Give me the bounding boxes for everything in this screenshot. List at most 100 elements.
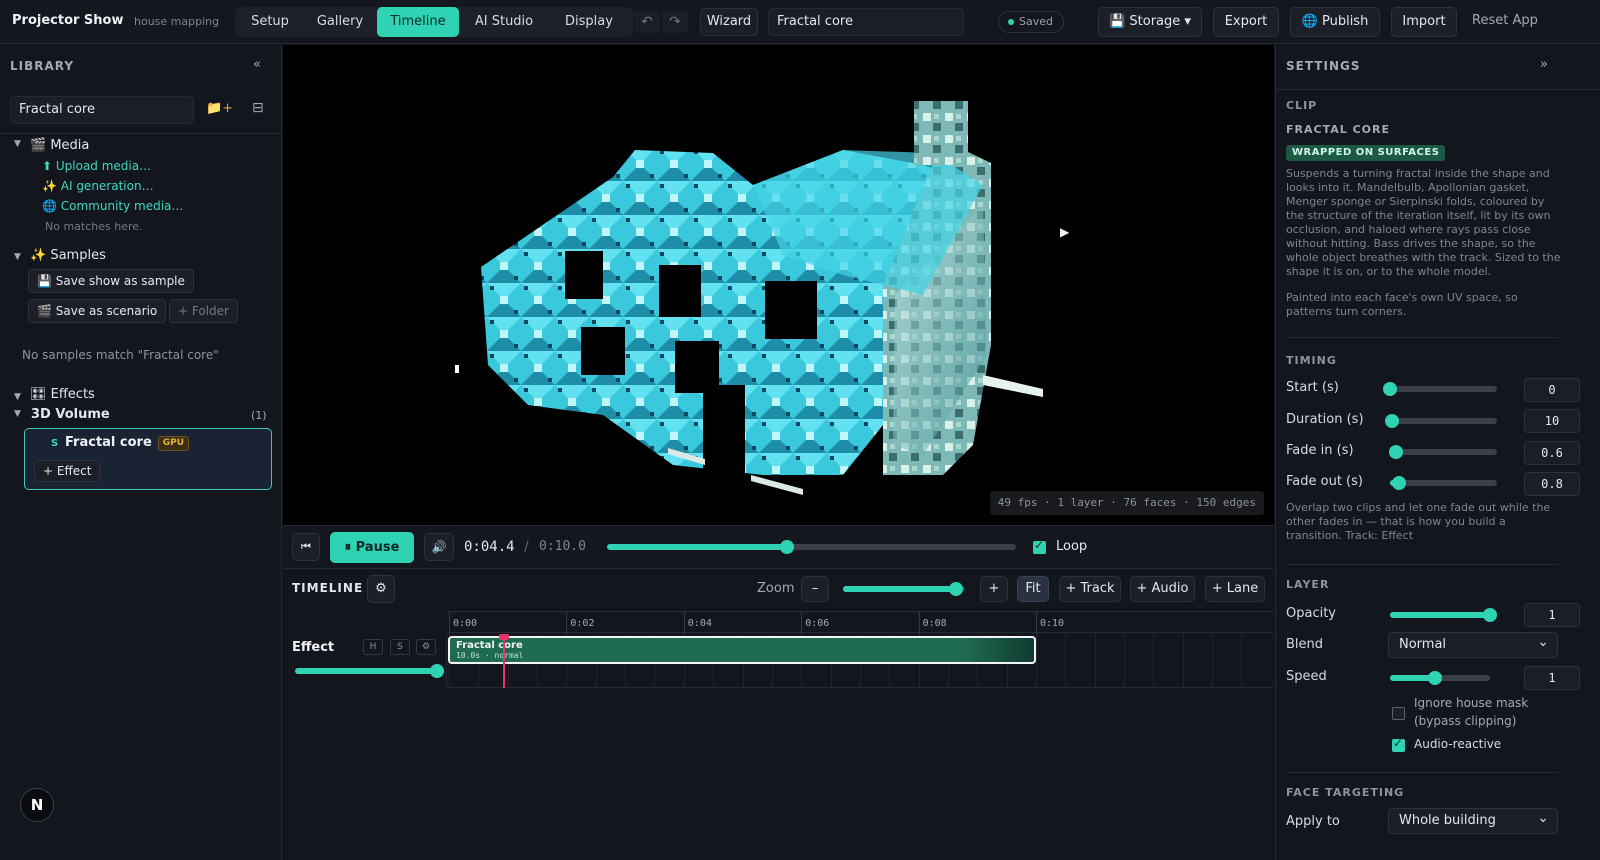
import-button[interactable]: Import [1391,7,1457,37]
speed-knob[interactable] [1428,671,1442,685]
no-matches-text: No matches here. [45,220,143,233]
ai-generation-link[interactable]: ✨ AI generation… [42,179,154,193]
tab-display[interactable]: Display [547,7,631,37]
samples-expand-icon[interactable]: ▼ [14,252,21,262]
blend-select[interactable]: Normal [1388,630,1558,658]
start-slider[interactable] [1383,382,1497,396]
reset-app-button[interactable]: Reset App [1472,13,1538,28]
tab-gallery[interactable]: Gallery [305,7,375,37]
fade-in-slider[interactable] [1389,445,1497,459]
app-subtitle: house mapping [134,15,220,28]
playhead-handle[interactable] [498,634,509,640]
clip-name: Fractal core [456,640,523,651]
ruler-tick [449,612,450,634]
pause-button[interactable]: ⏸ Pause [330,532,414,563]
upload-media-link[interactable]: ⬆ Upload media… [42,159,151,173]
add-lane-button[interactable]: + Lane [1205,576,1265,602]
effects-folder[interactable]: 🎛 Effects [30,387,95,402]
track-solo-button[interactable]: S [390,639,410,655]
save-sample-button[interactable]: 💾 Save show as sample [28,269,194,293]
audio-reactive-checkbox[interactable] [1392,736,1405,752]
playback-scrubber[interactable] [607,540,1016,554]
add-audio-button[interactable]: + Audio [1130,576,1195,602]
clip-meta: 10.0s · normal [456,651,524,660]
fade-in-knob[interactable] [1389,445,1404,459]
app-title: Projector Show [12,13,124,28]
add-folder-button[interactable]: + Folder [169,299,238,323]
save-scenario-button[interactable]: 🎬 Save as scenario [28,299,167,323]
top-bar: Projector Show house mapping Setup Galle… [0,0,1600,44]
opacity-knob[interactable] [1483,608,1497,622]
playhead[interactable] [498,634,509,688]
opacity-input[interactable]: 1 [1524,603,1580,627]
opacity-slider[interactable] [1390,608,1497,622]
track-volume-fill [295,668,437,674]
library-title: LIBRARY [10,59,75,73]
duration-slider[interactable] [1385,414,1497,428]
collapse-library-button[interactable]: « [253,57,261,72]
export-button[interactable]: Export [1213,7,1279,37]
duration-label: Duration (s) [1286,412,1364,427]
duration-knob[interactable] [1385,414,1400,428]
timeline-settings-gear-icon[interactable]: ⚙ [367,575,395,603]
add-track-button[interactable]: + Track [1059,576,1121,602]
zoom-fill [843,586,957,592]
loop-label: Loop [1056,539,1088,554]
track-volume-slider[interactable] [295,664,444,678]
samples-folder[interactable]: ✨ Samples [30,248,106,263]
view-toggle-icon[interactable]: ⊟ [252,100,264,116]
fade-in-input[interactable]: 0.6 [1524,441,1580,465]
time-ruler[interactable]: 0:00 0:02 0:04 0:06 0:08 0:10 [447,611,1274,634]
gpu-badge: GPU [157,436,190,451]
duration-input[interactable]: 10 [1524,409,1580,433]
new-folder-icon[interactable]: 📁+ [206,101,233,116]
preview-stage[interactable]: ▶ 49 fps · 1 layer · 76 faces · 150 edge… [283,45,1274,525]
zoom-out-button[interactable]: – [801,576,829,602]
track-volume-knob[interactable] [430,664,444,678]
fit-button[interactable]: Fit [1017,576,1049,602]
no-samples-text: No samples match "Fractal core" [22,348,219,362]
fade-out-knob[interactable] [1391,476,1406,490]
scrubber-knob[interactable] [779,540,794,554]
expand-settings-button[interactable]: » [1540,57,1548,72]
library-search-input[interactable]: Fractal core [10,96,194,124]
storage-button[interactable]: 💾 Storage ▾ [1098,7,1202,37]
wizard-button[interactable]: Wizard [700,8,758,36]
start-knob[interactable] [1383,382,1397,396]
grid-line [1241,634,1243,688]
tab-setup[interactable]: Setup [235,7,305,37]
effect-card-fractal-core[interactable]: S Fractal core GPU + Effect [24,428,272,490]
speed-slider[interactable] [1390,671,1490,685]
zoom-in-button[interactable]: + [980,576,1008,602]
volume-icon[interactable]: 🔊 [424,533,454,561]
timeline-clip[interactable]: Fractal core 10.0s · normal [448,636,1036,664]
ruler-tick [1036,612,1037,634]
media-expand-icon[interactable]: ▼ [14,139,21,149]
apply-to-select[interactable]: Whole building [1388,806,1558,834]
community-media-link[interactable]: 🌐 Community media… [42,199,183,213]
tab-timeline[interactable]: Timeline [377,7,459,37]
track-settings-button[interactable]: ⚙ [416,639,436,655]
volume-group[interactable]: 3D Volume [31,407,110,422]
zoom-slider[interactable] [843,582,965,596]
project-name-input[interactable]: Fractal core [768,8,964,36]
fade-out-input[interactable]: 0.8 [1524,472,1580,496]
fade-out-slider[interactable] [1390,476,1497,490]
rewind-icon[interactable]: ⏮ [292,533,320,561]
media-folder[interactable]: 🎬 Media [30,138,89,153]
redo-icon[interactable]: ↷ [662,11,688,33]
ignore-mask-checkbox[interactable] [1392,707,1405,720]
volume-expand-icon[interactable]: ▼ [14,409,21,419]
avatar[interactable]: N [20,788,54,822]
start-input[interactable]: 0 [1524,378,1580,402]
publish-button[interactable]: 🌐 Publish [1290,7,1380,37]
effects-expand-icon[interactable]: ▼ [14,392,21,402]
speed-input[interactable]: 1 [1524,666,1580,690]
undo-icon[interactable]: ↶ [634,11,660,33]
grid-line [1065,634,1067,688]
track-hide-button[interactable]: H [363,639,383,655]
loop-checkbox[interactable] [1033,538,1046,554]
tab-ai-studio[interactable]: AI Studio [461,7,547,37]
add-effect-button[interactable]: + Effect [34,460,101,482]
zoom-knob[interactable] [949,582,964,596]
